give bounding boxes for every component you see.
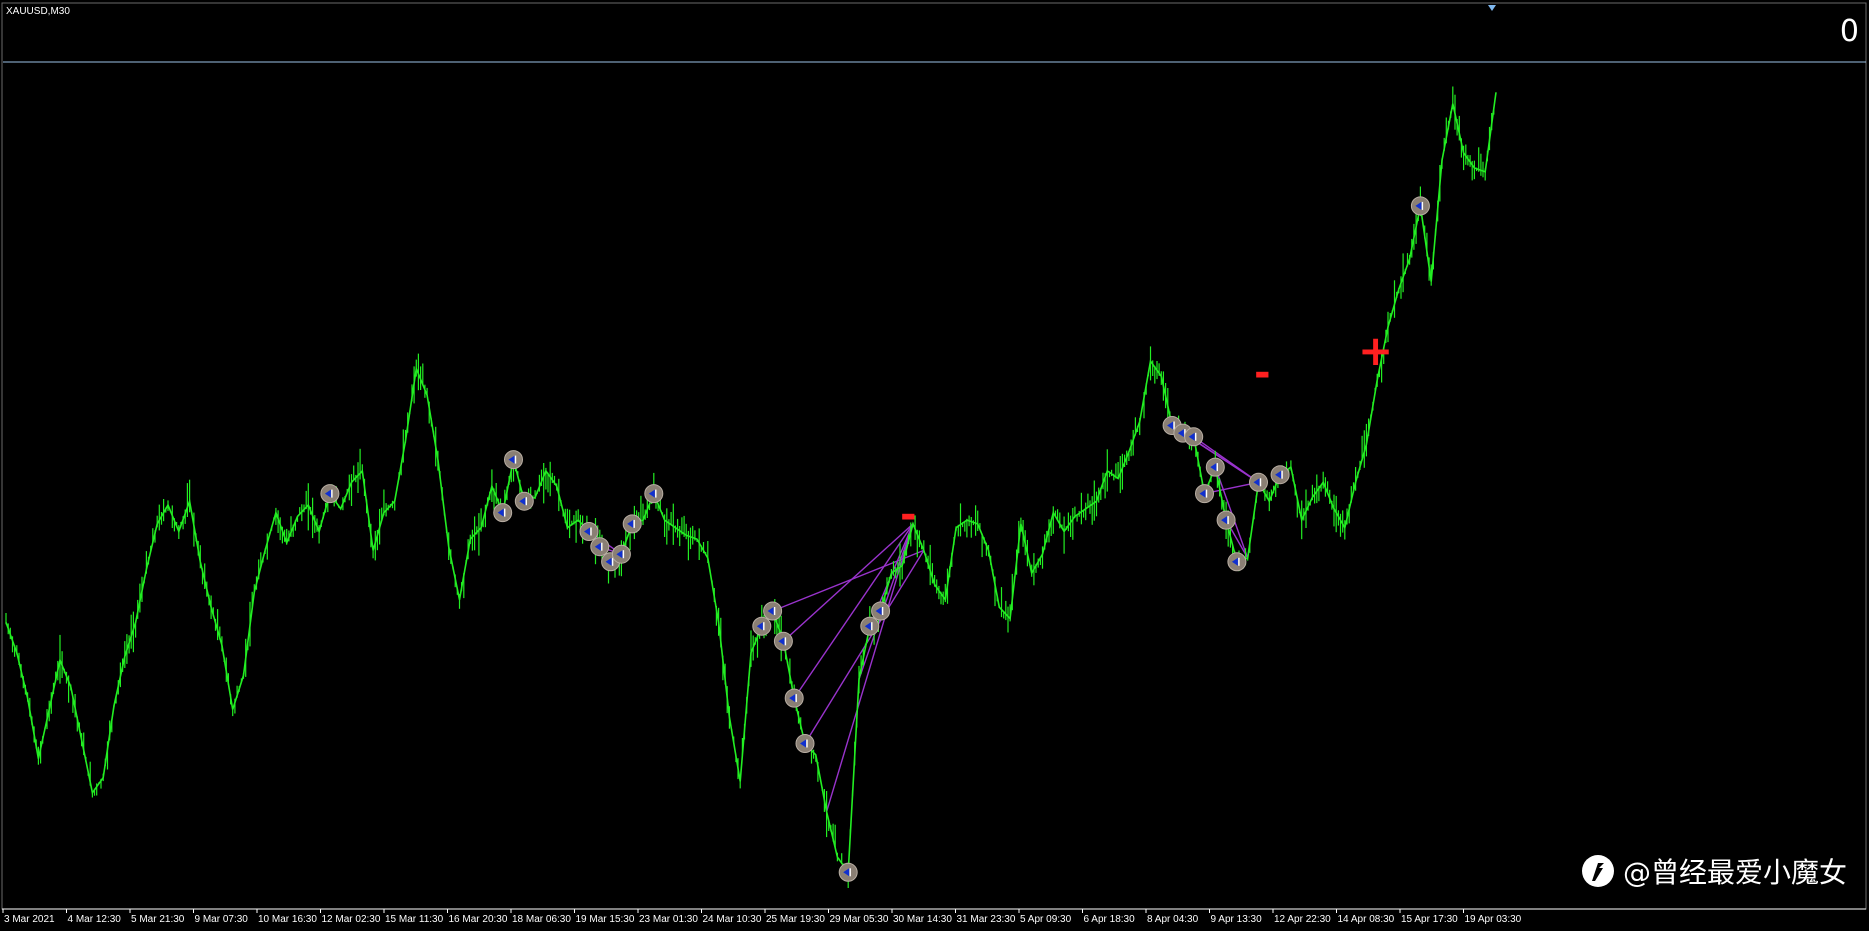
order-marker-icon[interactable]: [320, 484, 340, 504]
x-tick-label: 5 Mar 21:30: [131, 914, 185, 925]
x-tick-label: 24 Mar 10:30: [703, 914, 762, 925]
x-tick-label: 12 Apr 22:30: [1274, 914, 1331, 925]
plot-area: [1, 2, 1867, 910]
x-tick-label: 15 Mar 11:30: [385, 914, 444, 925]
order-marker-icon[interactable]: [871, 601, 891, 621]
x-tick-label: 3 Mar 2021: [4, 914, 55, 925]
x-tick-label: 18 Mar 06:30: [512, 914, 571, 925]
x-tick-label: 16 Mar 20:30: [449, 914, 508, 925]
x-tick-label: 30 Mar 14:30: [893, 914, 952, 925]
x-tick-label: 10 Mar 16:30: [258, 914, 317, 925]
order-marker-icon[interactable]: [752, 616, 772, 636]
toutiao-logo-icon: [1581, 855, 1614, 887]
order-marker-icon[interactable]: [514, 491, 534, 511]
order-marker-icon[interactable]: [1195, 484, 1214, 504]
order-marker-icon[interactable]: [784, 688, 804, 708]
minus-marker: -: [900, 492, 917, 538]
order-marker-icon[interactable]: [1410, 196, 1430, 216]
order-marker-icon[interactable]: [773, 631, 793, 651]
x-tick-label: 8 Apr 04:30: [1147, 914, 1199, 925]
x-tick-label: 4 Mar 12:30: [68, 914, 122, 925]
x-tick-label: 9 Mar 07:30: [195, 914, 249, 925]
x-axis: 3 Mar 2021 4 Mar 12:30 5 Mar 21:30 9 Mar 07…: [2, 909, 1522, 925]
order-marker-icon[interactable]: [493, 503, 513, 523]
order-marker-icon[interactable]: [1227, 552, 1247, 572]
price-chart[interactable]: 3 Mar 2021 4 Mar 12:30 5 Mar 21:30 9 Mar 07…: [0, 0, 1869, 927]
order-marker-icon[interactable]: [590, 537, 610, 557]
order-marker-icon[interactable]: [795, 734, 815, 753]
x-tick-label: 15 Apr 17:30: [1401, 914, 1458, 925]
order-marker-icon[interactable]: [1216, 510, 1236, 530]
x-tick-label: 14 Apr 08:30: [1338, 914, 1395, 925]
order-marker-icon[interactable]: [1205, 457, 1225, 477]
order-marker-icon[interactable]: [504, 450, 523, 470]
chart-canvas: 3 Mar 2021 4 Mar 12:30 5 Mar 21:30 9 Mar 07…: [1, 2, 1867, 925]
x-tick-label: 29 Mar 05:30: [830, 914, 889, 925]
x-tick-label: 19 Apr 03:30: [1465, 914, 1522, 925]
x-tick-label: 19 Mar 15:30: [576, 914, 635, 925]
plus-marker: +: [1358, 326, 1394, 375]
x-tick-label: 31 Mar 23:30: [957, 914, 1016, 925]
order-marker-icon[interactable]: [860, 616, 880, 636]
order-marker-icon[interactable]: [579, 522, 599, 541]
symbol-label: XAUUSD,M30: [6, 6, 70, 17]
order-marker-icon[interactable]: [1249, 472, 1268, 492]
x-tick-label: 6 Apr 18:30: [1084, 914, 1136, 925]
x-tick-label: 25 Mar 19:30: [766, 914, 825, 925]
order-marker-icon[interactable]: [838, 862, 858, 882]
x-tick-label: 5 Apr 09:30: [1020, 914, 1072, 925]
minus-marker: -: [1254, 350, 1271, 396]
x-tick-label: 23 Mar 01:30: [639, 914, 698, 925]
watermark-text: @曾经最爱小魔女: [1622, 856, 1847, 889]
order-marker-icon[interactable]: [763, 601, 783, 621]
order-marker-icon[interactable]: [1270, 465, 1290, 485]
order-marker-icon[interactable]: [644, 484, 664, 504]
x-tick-label: 9 Apr 13:30: [1211, 914, 1263, 925]
order-marker-icon[interactable]: [611, 544, 631, 564]
order-marker-icon[interactable]: [1184, 427, 1204, 447]
order-marker-icon[interactable]: [622, 514, 642, 534]
x-tick-label: 12 Mar 02:30: [322, 914, 381, 925]
profit-readout: 0: [1839, 14, 1859, 49]
watermark: @曾经最爱小魔女: [1581, 851, 1847, 891]
